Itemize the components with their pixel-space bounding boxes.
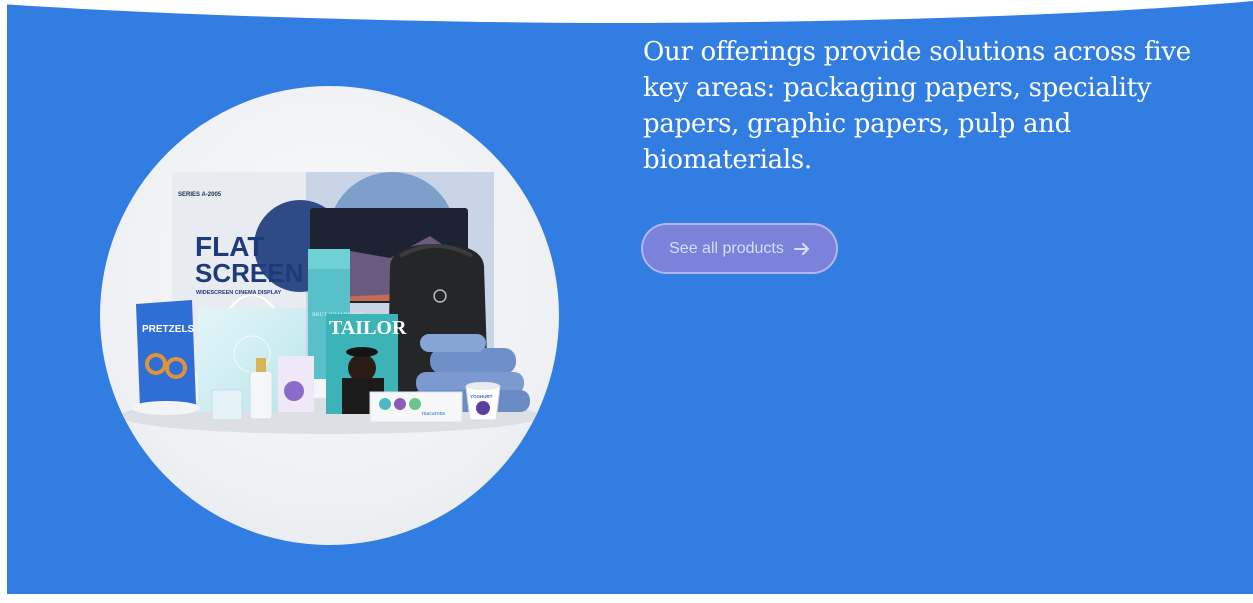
purple-box [278,356,314,412]
top-wave-divider [0,0,1253,23]
macarons-box: macarons [369,391,463,423]
tv-box-title-2: SCREEN [195,258,303,288]
tv-box-series: SERIES A-2005 [178,192,222,198]
magazine-title: TAILOR [329,317,407,339]
small-jar [211,389,243,421]
arrow-right-icon [793,242,809,255]
yoghurt-label: YOGHURT [470,394,493,399]
pretzels-label: PRETZELS [142,324,195,335]
tv-box-subtitle: WIDESCREEN CINEMA DISPLAY [196,290,281,296]
page-bottom-margin [0,594,1253,603]
macarons-label: macarons [422,411,446,417]
section-heading: Our offerings provide solutions across f… [643,37,1191,175]
pretzels-bag: PRETZELS [132,300,200,415]
product-collage-illustration: SERIES A-2005 FLAT SCREEN WIDESCREEN CIN… [120,172,540,434]
see-all-products-label: See all products [669,239,784,257]
page-left-margin [0,0,7,603]
yoghurt-cup: YOGHURT [465,382,501,421]
product-collage-image: SERIES A-2005 FLAT SCREEN WIDESCREEN CIN… [100,86,559,545]
page: SERIES A-2005 FLAT SCREEN WIDESCREEN CIN… [0,0,1253,603]
see-all-products-button[interactable]: See all products [641,223,838,274]
